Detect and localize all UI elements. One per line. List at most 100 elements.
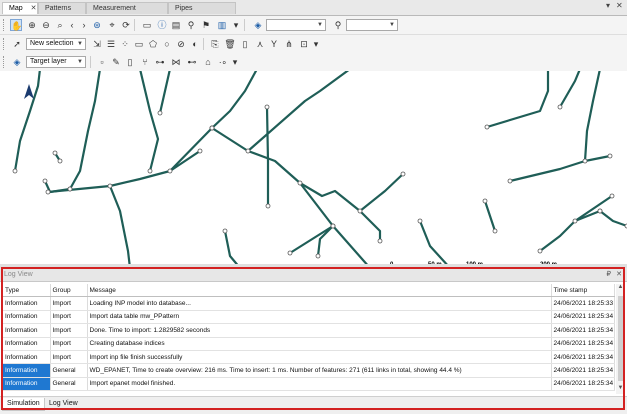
selection-mode-select[interactable]: New selection ▼ bbox=[26, 38, 86, 50]
close-icon[interactable]: ✕ bbox=[616, 268, 622, 281]
map-tips-icon[interactable]: ▤ bbox=[170, 19, 182, 31]
pin-icon[interactable]: ⚲ bbox=[185, 19, 197, 31]
tab-simulation[interactable]: Simulation bbox=[2, 398, 45, 411]
back-icon[interactable]: ‹ bbox=[66, 19, 78, 31]
toolbar-grip[interactable] bbox=[3, 56, 6, 68]
dropdown-icon[interactable]: ▾ bbox=[229, 56, 241, 68]
globe-icon[interactable]: ⊛ bbox=[91, 19, 103, 31]
pipe-node bbox=[52, 150, 58, 156]
edit-pencil-icon[interactable]: ✎ bbox=[110, 56, 122, 68]
log-row[interactable]: Information Import Import inp file finish … bbox=[3, 350, 615, 365]
tab-pipes[interactable]: Pipes bbox=[168, 2, 236, 14]
points-icon[interactable]: ∙∘ bbox=[217, 56, 229, 68]
select-circle-icon[interactable]: ○ bbox=[161, 38, 173, 50]
zoom-window-icon[interactable]: ▭ bbox=[141, 19, 153, 31]
dropdown-icon[interactable]: ▾ bbox=[310, 38, 322, 50]
search-combo[interactable]: ▼ bbox=[346, 19, 398, 31]
pipe-node bbox=[330, 223, 336, 229]
log-row[interactable]: Information General Import epanet model fi… bbox=[3, 377, 615, 392]
scroll-up-icon[interactable]: ▲ bbox=[616, 284, 625, 293]
log-cell-group: Import bbox=[50, 337, 88, 351]
tab-log-view[interactable]: Log View bbox=[45, 398, 82, 410]
layers-icon[interactable]: ◈ bbox=[11, 56, 23, 68]
pipe-line bbox=[508, 154, 612, 183]
pipe-node bbox=[507, 178, 513, 184]
delete-feature-icon[interactable]: ▯ bbox=[124, 56, 136, 68]
select-list-icon[interactable]: ☰ bbox=[105, 38, 117, 50]
search-icon[interactable]: ⚲ bbox=[332, 19, 344, 31]
log-row[interactable]: Information Import Creating database indic… bbox=[3, 337, 615, 351]
toolbar-grip[interactable] bbox=[3, 19, 6, 31]
log-row[interactable]: Information Import Done. Time to import: 1… bbox=[3, 323, 615, 338]
tab-map[interactable]: Map ✕ bbox=[2, 2, 38, 14]
zoom-out-icon[interactable]: ⊖ bbox=[40, 19, 52, 31]
toolbar-grip[interactable] bbox=[3, 38, 6, 50]
select-point-icon[interactable]: ⁘ bbox=[119, 38, 131, 50]
properties-icon[interactable]: ▯ bbox=[239, 38, 251, 50]
log-cell-group: General bbox=[50, 377, 88, 392]
refresh-icon[interactable]: ⟳ bbox=[120, 19, 132, 31]
zoom-extent-icon[interactable]: ⌕ bbox=[54, 19, 66, 31]
pipe-node bbox=[597, 208, 603, 214]
invert-selection-icon[interactable]: ◐ bbox=[189, 38, 201, 50]
scroll-thumb[interactable] bbox=[618, 296, 623, 381]
new-feature-icon[interactable]: ▫ bbox=[96, 56, 108, 68]
info-icon[interactable]: ⓘ bbox=[156, 19, 168, 31]
pipe-line bbox=[558, 71, 581, 109]
pin-icon[interactable]: ₽ bbox=[607, 268, 611, 281]
tab-patterns[interactable]: Patterns bbox=[38, 2, 86, 14]
zoom-in-icon[interactable]: ⊕ bbox=[26, 19, 38, 31]
node-icon[interactable]: ⊶ bbox=[154, 56, 166, 68]
copy-icon[interactable]: ⎘ bbox=[209, 38, 221, 50]
close-icon[interactable]: ✕ bbox=[31, 5, 37, 12]
log-cell-type: Information bbox=[3, 296, 51, 311]
zoom-selection-icon[interactable]: ⌖ bbox=[106, 19, 118, 31]
pipe-node bbox=[197, 148, 203, 154]
select-polygon-icon[interactable]: ⬠ bbox=[147, 38, 159, 50]
column-header-timestamp[interactable]: Time stamp bbox=[551, 284, 615, 298]
camera-icon[interactable]: ⊡ bbox=[298, 38, 310, 50]
column-header-group[interactable]: Group bbox=[50, 284, 88, 298]
log-view-titlebar: Log View ₽ ✕ bbox=[0, 268, 627, 282]
target-layer-value: Target layer bbox=[30, 58, 67, 65]
layer-combo[interactable]: ▼ bbox=[266, 19, 326, 31]
select-rectangle-icon[interactable]: ▭ bbox=[133, 38, 145, 50]
clear-selection-icon[interactable]: ⊘ bbox=[175, 38, 187, 50]
flag-icon[interactable]: ⚑ bbox=[200, 19, 212, 31]
log-cell-group: General bbox=[50, 363, 88, 378]
layers-icon[interactable]: ◈ bbox=[252, 19, 264, 31]
log-scrollbar[interactable]: ▲ ▼ bbox=[616, 284, 625, 394]
close-document-icon[interactable]: ✕ bbox=[616, 1, 623, 10]
pan-hand-icon[interactable]: ✋ bbox=[10, 19, 22, 31]
split-icon[interactable]: ⋏ bbox=[254, 38, 266, 50]
select-filter-icon[interactable]: ⇲ bbox=[91, 38, 103, 50]
column-header-type[interactable]: Type bbox=[3, 284, 51, 298]
target-layer-select[interactable]: Target layer ▼ bbox=[26, 56, 86, 68]
log-cell-time: 24/06/2021 18:25:34 bbox=[551, 323, 615, 338]
dropdown-icon[interactable]: ▾ bbox=[230, 19, 242, 31]
tab-list-icon[interactable]: ▾ bbox=[606, 1, 610, 10]
chart-icon[interactable]: ▥ bbox=[216, 19, 228, 31]
column-header-message[interactable]: Message bbox=[87, 284, 552, 298]
log-row[interactable]: Information General WD_EPANET, Time to cre… bbox=[3, 363, 615, 378]
delete-icon[interactable]: 🗑 bbox=[224, 38, 236, 50]
scroll-down-icon[interactable]: ▼ bbox=[616, 385, 625, 394]
log-row[interactable]: Information Import Import data table mw_PP… bbox=[3, 310, 615, 325]
pipe-node bbox=[297, 180, 303, 186]
house-icon[interactable]: ⌂ bbox=[202, 56, 214, 68]
select-arrow-icon[interactable]: ➚ bbox=[11, 38, 23, 50]
branch-icon[interactable]: Y bbox=[268, 38, 280, 50]
pipe-line bbox=[13, 71, 41, 173]
map-canvas[interactable]: 0 50 m 100 m 200 m bbox=[0, 71, 627, 268]
forward-icon[interactable]: › bbox=[78, 19, 90, 31]
log-cell-message: Creating database indices bbox=[87, 337, 552, 351]
tab-measurement-stations[interactable]: Measurement stations bbox=[86, 2, 168, 24]
pipe-line bbox=[583, 71, 601, 163]
log-row[interactable]: Information Import Loading INP model into … bbox=[3, 296, 615, 311]
valve-icon[interactable]: ⋈ bbox=[170, 56, 182, 68]
bottom-tabs: Simulation Log View bbox=[0, 396, 627, 414]
pipe-node bbox=[57, 158, 63, 164]
network-icon[interactable]: ⋔ bbox=[283, 38, 295, 50]
pipe-branch-icon[interactable]: ⑂ bbox=[139, 56, 151, 68]
connect-icon[interactable]: ⊷ bbox=[186, 56, 198, 68]
